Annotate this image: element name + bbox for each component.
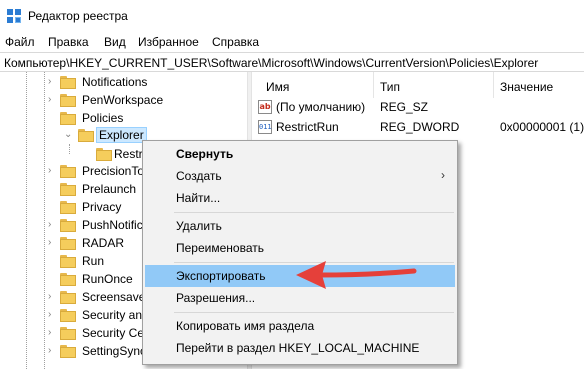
chevron-right-icon[interactable] (48, 183, 58, 195)
menu-item-delete[interactable]: Удалить (145, 215, 455, 237)
folder-icon (60, 219, 76, 232)
chevron-right-icon[interactable]: › (48, 309, 58, 321)
folder-icon (60, 94, 76, 107)
tree-item-label: PrecisionTo (82, 164, 145, 178)
chevron-right-icon[interactable]: › (48, 165, 58, 177)
dword-value-icon: 011 (258, 120, 272, 134)
tree-item-label: Restri (114, 147, 146, 161)
menu-separator (174, 212, 454, 213)
context-menu: Свернуть Создать › Найти... Удалить Пере… (142, 140, 458, 365)
address-bar[interactable]: Компьютер\HKEY_CURRENT_USER\Software\Mic… (0, 52, 584, 72)
menu-item-label: Разрешения... (176, 291, 256, 305)
value-row[interactable]: 011 RestrictRun REG_DWORD 0x00000001 (1) (252, 118, 584, 138)
menu-item-label: Свернуть (176, 147, 234, 161)
menu-view[interactable]: Вид (104, 35, 126, 49)
chevron-right-icon[interactable] (48, 201, 58, 213)
menu-item-label: Найти... (176, 191, 221, 205)
tree-item-label: RADAR (82, 236, 125, 250)
folder-icon (60, 291, 76, 304)
tree-item-label: RunOnce (82, 272, 133, 286)
registry-icon (7, 9, 21, 23)
menu-item-find[interactable]: Найти... (145, 187, 455, 209)
tree-item-label: PenWorkspace (82, 93, 164, 107)
column-header-type[interactable]: Тип (374, 72, 494, 98)
menu-item-label: Удалить (176, 219, 222, 233)
menu-favorites[interactable]: Избранное (138, 35, 199, 49)
menu-item-label: Копировать имя раздела (176, 319, 315, 333)
tree-item-label: Prelaunch (82, 182, 137, 196)
tree-item-label: PushNotific (82, 218, 143, 232)
folder-icon (60, 309, 76, 322)
value-data: 0x00000001 (1) (500, 120, 584, 134)
column-header-label: Значение (500, 80, 554, 94)
menu-help[interactable]: Справка (212, 35, 259, 49)
string-value-icon: ab (258, 100, 272, 114)
menu-file[interactable]: Файл (5, 35, 35, 49)
folder-icon (60, 273, 76, 286)
chevron-right-icon[interactable]: › (48, 219, 58, 231)
column-header-label: Тип (380, 80, 401, 94)
tree-item-label: SettingSync (82, 344, 147, 358)
menu-bar: Файл Правка Вид Избранное Справка (0, 32, 584, 52)
menu-item-label: Перейти в раздел HKEY_LOCAL_MACHINE (176, 341, 420, 355)
folder-icon (60, 165, 76, 178)
tree-item-label: Security Ce (82, 326, 145, 340)
window-title: Редактор реестра (28, 9, 128, 23)
column-header-name[interactable]: Имя (252, 72, 374, 98)
tree-item-label: Policies (82, 111, 124, 125)
folder-icon (96, 148, 112, 161)
tree-guide-line (69, 144, 70, 154)
folder-icon (60, 327, 76, 340)
chevron-down-icon[interactable]: ⌄ (64, 129, 74, 141)
value-type: REG_DWORD (380, 120, 460, 134)
chevron-right-icon[interactable]: › (48, 291, 58, 303)
menu-item-label: Переименовать (176, 241, 264, 255)
tree-item-label: Run (82, 254, 105, 268)
tree-item-label: Privacy (82, 200, 122, 214)
chevron-right-icon[interactable]: › (48, 76, 58, 88)
folder-icon (60, 183, 76, 196)
column-header-value[interactable]: Значение (494, 72, 584, 98)
tree-item-label: Explorer (96, 127, 147, 143)
value-row[interactable]: ab (По умолчанию) REG_SZ (252, 98, 584, 118)
menu-item-new[interactable]: Создать › (145, 165, 455, 187)
chevron-down-icon[interactable] (48, 112, 58, 124)
chevron-right-icon: › (441, 168, 445, 182)
folder-icon (60, 255, 76, 268)
column-header-label: Имя (266, 80, 290, 94)
menu-item-label: Экспортировать (176, 269, 266, 283)
address-path[interactable]: Компьютер\HKEY_CURRENT_USER\Software\Mic… (4, 56, 538, 70)
chevron-right-icon[interactable]: › (48, 327, 58, 339)
menu-item-copy-key-name[interactable]: Копировать имя раздела (145, 315, 455, 337)
chevron-right-icon[interactable]: › (48, 345, 58, 357)
value-name: (По умолчанию) (276, 100, 366, 114)
tree-item-label: Security an (82, 308, 143, 322)
menu-item-collapse[interactable]: Свернуть (145, 143, 455, 165)
tree-guide-line (26, 72, 27, 369)
folder-icon (60, 201, 76, 214)
chevron-right-icon[interactable]: › (48, 94, 58, 106)
folder-icon (60, 112, 76, 125)
title-bar: Редактор реестра (0, 0, 584, 32)
red-arrow-icon (296, 261, 417, 289)
menu-edit[interactable]: Правка (48, 35, 89, 49)
chevron-right-icon[interactable]: › (48, 237, 58, 249)
value-type: REG_SZ (380, 100, 429, 114)
value-name: RestrictRun (276, 120, 339, 134)
menu-item-label: Создать (176, 169, 222, 183)
menu-separator (174, 312, 454, 313)
tree-item-label: Screensave (82, 290, 146, 304)
folder-icon (60, 345, 76, 358)
folder-icon (78, 129, 94, 142)
folder-icon (60, 76, 76, 89)
tree-item-label: Notifications (82, 75, 148, 89)
tree-guide-line (44, 72, 45, 369)
folder-icon (60, 237, 76, 250)
menu-item-go-to-hklm[interactable]: Перейти в раздел HKEY_LOCAL_MACHINE (145, 337, 455, 359)
